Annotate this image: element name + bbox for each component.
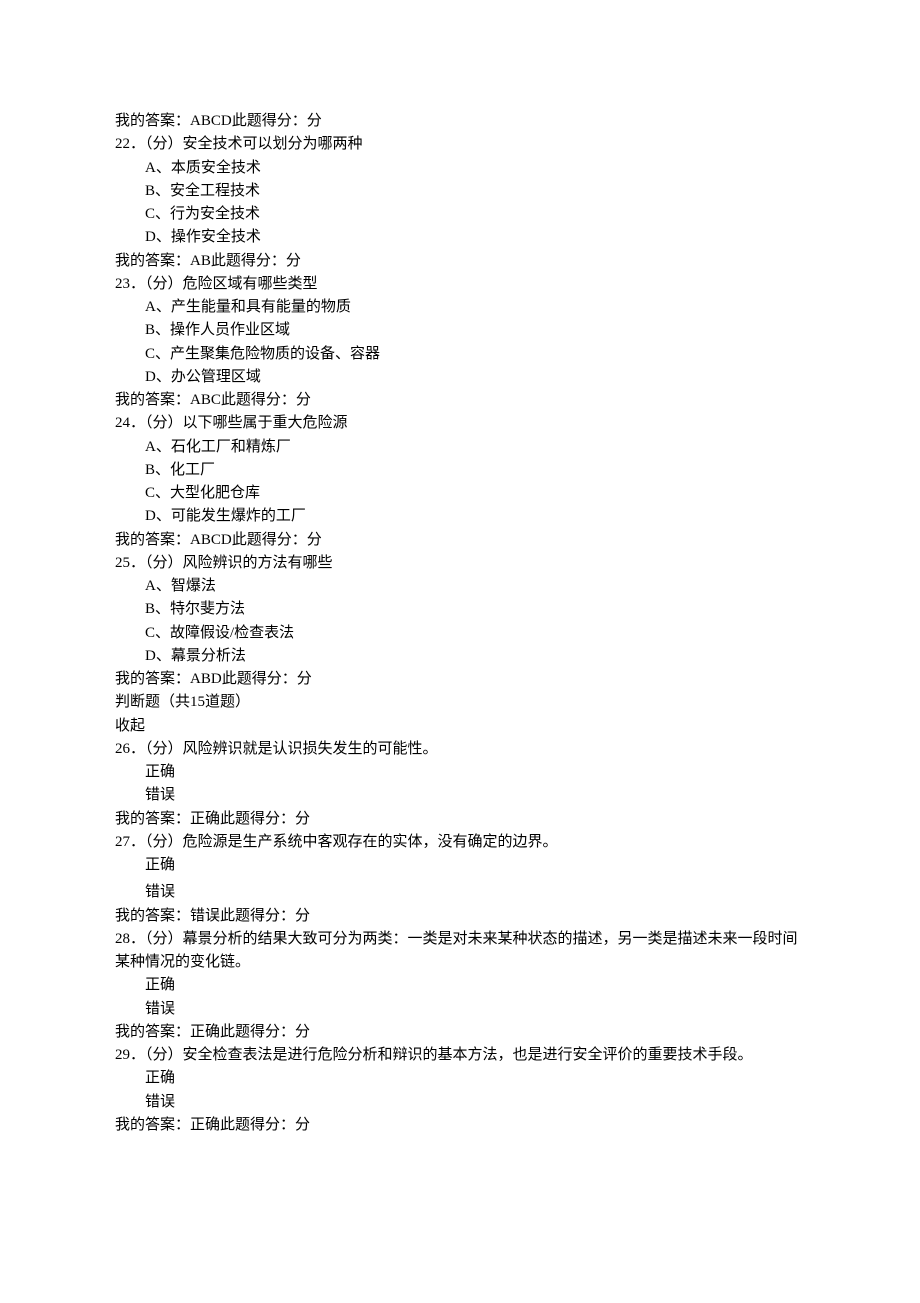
q23-opt-b: B、操作人员作业区域 [115, 319, 805, 342]
q25-opt-d: D、幕景分析法 [115, 645, 805, 668]
q-text: 幕景分析的结果大致可分为两类：一类是对未来某种状态的描述，另一类是描述未来一段时… [115, 931, 798, 970]
answer-score: 此题得分：分 [221, 392, 311, 408]
question-23: 23．（分）危险区域有哪些类型 [115, 273, 805, 296]
q-meta: ．（分） [130, 741, 183, 757]
collapse-toggle[interactable]: 收起 [115, 715, 805, 738]
q26-opt-correct: 正确 [115, 761, 805, 784]
q24-opt-a: A、石化工厂和精炼厂 [115, 436, 805, 459]
q25-answer-line: 我的答案：ABD此题得分：分 [115, 668, 805, 691]
answer-value: 正确 [190, 1024, 220, 1040]
q24-answer-line: 我的答案：ABCD此题得分：分 [115, 529, 805, 552]
q22-opt-c: C、行为安全技术 [115, 203, 805, 226]
q26-answer-line: 我的答案：正确此题得分：分 [115, 808, 805, 831]
q28-answer-line: 我的答案：正确此题得分：分 [115, 1021, 805, 1044]
q-num: 25 [115, 555, 130, 571]
q27-opt-wrong: 错误 [115, 881, 805, 904]
answer-score: 此题得分：分 [232, 532, 322, 548]
q-meta: ．（分） [130, 1047, 183, 1063]
question-22: 22．（分）安全技术可以划分为哪两种 [115, 133, 805, 156]
q24-opt-b: B、化工厂 [115, 459, 805, 482]
q-num: 24 [115, 415, 130, 431]
q-text: 危险源是生产系统中客观存在的实体，没有确定的边界。 [183, 834, 558, 850]
answer-prefix: 我的答案： [115, 392, 190, 408]
q29-answer-line: 我的答案：正确此题得分：分 [115, 1114, 805, 1137]
q24-opt-d: D、可能发生爆炸的工厂 [115, 505, 805, 528]
answer-score: 此题得分：分 [220, 1024, 310, 1040]
q23-opt-a: A、产生能量和具有能量的物质 [115, 296, 805, 319]
q28-opt-correct: 正确 [115, 974, 805, 997]
question-27: 27．（分）危险源是生产系统中客观存在的实体，没有确定的边界。 [115, 831, 805, 854]
answer-value: AB [190, 253, 211, 269]
answer-prefix: 我的答案： [115, 908, 190, 924]
answer-score: 此题得分：分 [220, 1117, 310, 1133]
exam-page: 我的答案：ABCD此题得分：分 22．（分）安全技术可以划分为哪两种 A、本质安… [0, 0, 920, 1303]
answer-prefix: 我的答案： [115, 113, 190, 129]
q-meta: ．（分） [130, 136, 183, 152]
q-num: 27 [115, 834, 130, 850]
answer-prefix: 我的答案： [115, 532, 190, 548]
q29-opt-wrong: 错误 [115, 1091, 805, 1114]
q-text: 安全检查表法是进行危险分析和辩识的基本方法，也是进行安全评价的重要技术手段。 [183, 1047, 753, 1063]
q29-opt-correct: 正确 [115, 1067, 805, 1090]
answer-value: ABD [190, 671, 222, 687]
q-text: 以下哪些属于重大危险源 [183, 415, 348, 431]
answer-prefix: 我的答案： [115, 253, 190, 269]
q22-opt-b: B、安全工程技术 [115, 180, 805, 203]
answer-value: ABC [190, 392, 221, 408]
q23-opt-c: C、产生聚集危险物质的设备、容器 [115, 343, 805, 366]
answer-line-lead: 我的答案：ABCD此题得分：分 [115, 110, 805, 133]
q-text: 危险区域有哪些类型 [183, 276, 318, 292]
question-24: 24．（分）以下哪些属于重大危险源 [115, 412, 805, 435]
q-meta: ．（分） [130, 276, 183, 292]
answer-prefix: 我的答案： [115, 671, 190, 687]
q25-opt-c: C、故障假设/检查表法 [115, 622, 805, 645]
q-text: 安全技术可以划分为哪两种 [183, 136, 363, 152]
q-text: 风险辨识的方法有哪些 [183, 555, 333, 571]
q22-opt-d: D、操作安全技术 [115, 226, 805, 249]
answer-prefix: 我的答案： [115, 811, 190, 827]
answer-score: 此题得分：分 [220, 811, 310, 827]
q-text: 风险辨识就是认识损失发生的可能性。 [183, 741, 438, 757]
question-26: 26．（分）风险辨识就是认识损失发生的可能性。 [115, 738, 805, 761]
q25-opt-a: A、智爆法 [115, 575, 805, 598]
answer-value: 正确 [190, 811, 220, 827]
q22-answer-line: 我的答案：AB此题得分：分 [115, 250, 805, 273]
q23-opt-d: D、办公管理区域 [115, 366, 805, 389]
question-28: 28．（分）幕景分析的结果大致可分为两类：一类是对未来某种状态的描述，另一类是描… [115, 928, 805, 975]
question-25: 25．（分）风险辨识的方法有哪些 [115, 552, 805, 575]
answer-value: 错误 [190, 908, 220, 924]
answer-value: 正确 [190, 1117, 220, 1133]
q-meta: ．（分） [130, 931, 183, 947]
q27-answer-line: 我的答案：错误此题得分：分 [115, 905, 805, 928]
q23-answer-line: 我的答案：ABC此题得分：分 [115, 389, 805, 412]
q22-opt-a: A、本质安全技术 [115, 157, 805, 180]
q-meta: ．（分） [130, 555, 183, 571]
section-tf-header: 判断题（共15道题） [115, 691, 805, 714]
answer-score: 此题得分：分 [220, 908, 310, 924]
answer-score: 此题得分：分 [232, 113, 322, 129]
q-meta: ．（分） [130, 834, 183, 850]
answer-prefix: 我的答案： [115, 1024, 190, 1040]
q25-opt-b: B、特尔斐方法 [115, 598, 805, 621]
q24-opt-c: C、大型化肥仓库 [115, 482, 805, 505]
answer-score: 此题得分：分 [211, 253, 301, 269]
q-num: 28 [115, 931, 130, 947]
q27-opt-correct: 正确 [115, 854, 805, 877]
q28-opt-wrong: 错误 [115, 998, 805, 1021]
question-29: 29．（分）安全检查表法是进行危险分析和辩识的基本方法，也是进行安全评价的重要技… [115, 1044, 805, 1067]
q-meta: ．（分） [130, 415, 183, 431]
q-num: 23 [115, 276, 130, 292]
answer-prefix: 我的答案： [115, 1117, 190, 1133]
q-num: 26 [115, 741, 130, 757]
answer-value: ABCD [190, 532, 232, 548]
q26-opt-wrong: 错误 [115, 784, 805, 807]
answer-value: ABCD [190, 113, 232, 129]
q-num: 29 [115, 1047, 130, 1063]
answer-score: 此题得分：分 [222, 671, 312, 687]
q-num: 22 [115, 136, 130, 152]
